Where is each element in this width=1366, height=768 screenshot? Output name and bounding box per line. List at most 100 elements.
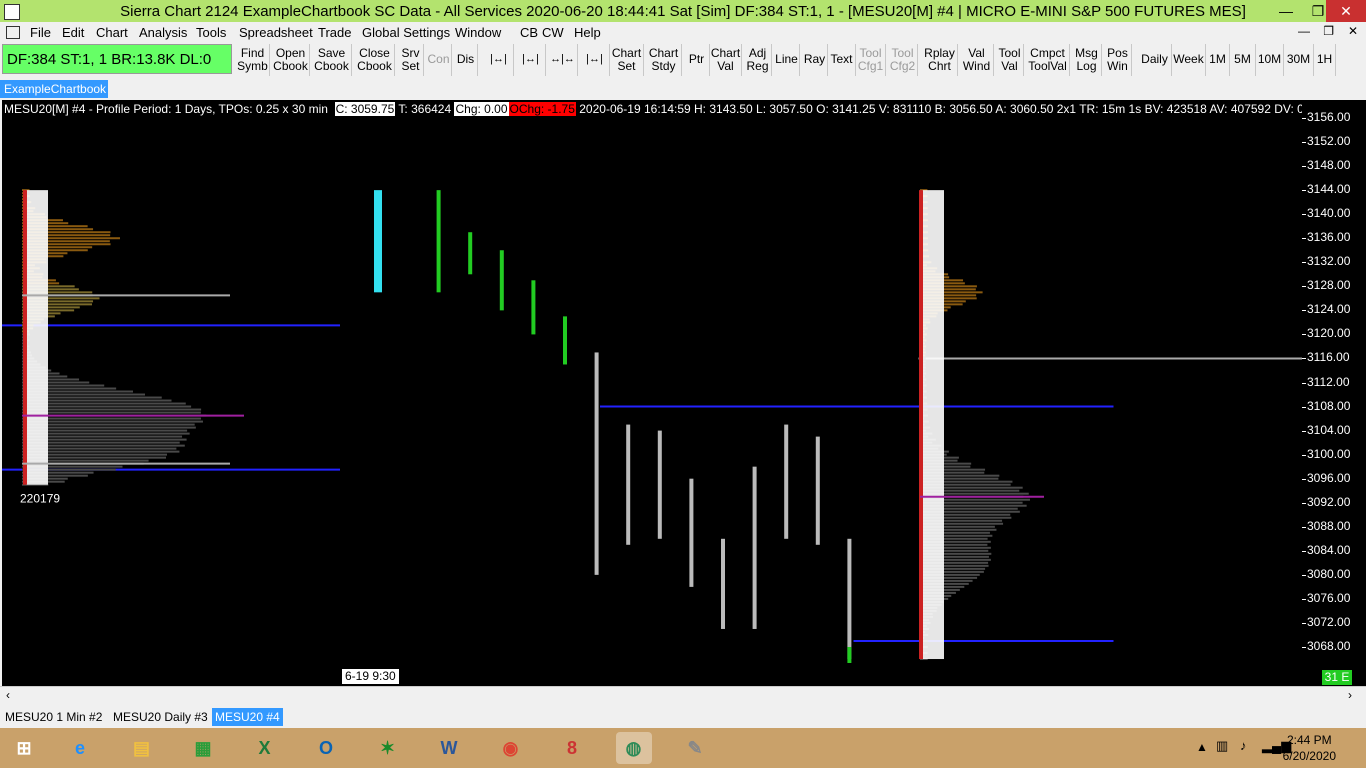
toolbar-button-daily[interactable]: Daily — [1138, 44, 1172, 76]
toolbar-button-1h[interactable]: 1H — [1314, 44, 1336, 76]
menu-global-settings[interactable]: Global Settings — [362, 25, 450, 40]
toolbar-button-text[interactable]: Text — [828, 44, 856, 76]
chart-tab-4[interactable]: MESU20 #4 — [212, 708, 283, 726]
sierra-chart-icon[interactable]: ✶ — [370, 732, 406, 764]
scroll-left-icon[interactable]: ‹ — [6, 688, 10, 702]
horizontal-scrollbar[interactable]: ‹ › — [0, 686, 1366, 705]
mdi-minimize-button[interactable]: — — [1298, 24, 1310, 38]
toolbar-button-pos-win[interactable]: Pos Win — [1104, 44, 1132, 76]
price-tick-mark — [1302, 647, 1306, 648]
outlook-icon[interactable]: O — [308, 732, 344, 764]
toolbar-button-tool-cfg1[interactable]: Tool Cfg1 — [856, 44, 886, 76]
network-icon[interactable]: ▥ — [1216, 738, 1228, 754]
price-tick: 3100.00 — [1307, 446, 1351, 461]
menu-bar: — ❐ ✕ File Edit Chart Analysis Tools Spreadsh… — [0, 22, 1366, 42]
price-tick-mark — [1302, 334, 1306, 336]
sys-menu-icon[interactable] — [6, 26, 20, 39]
menu-cb[interactable]: CB — [520, 25, 538, 40]
toolbar-button-chart-set[interactable]: Chart Set — [610, 44, 644, 76]
signal-icon[interactable]: ▂▄▆ — [1262, 738, 1291, 754]
toolbar-button-10m[interactable]: 10M — [1256, 44, 1284, 76]
scroll-right-icon[interactable]: › — [1348, 688, 1352, 702]
toolbar-button-tool-cfg2[interactable]: Tool Cfg2 — [888, 44, 918, 76]
toolbar-button-chart-val[interactable]: Chart Val — [710, 44, 742, 76]
globe-icon[interactable]: ◍ — [615, 732, 652, 764]
toolbar-button-con[interactable]: Con — [426, 44, 452, 76]
menu-help[interactable]: Help — [574, 25, 601, 40]
toolbar-button-close-cbook[interactable]: Close Cbook — [355, 44, 395, 76]
toolbar-button-1m[interactable]: 1M — [1206, 44, 1230, 76]
toolbar-button-val-wind[interactable]: Val Wind — [960, 44, 994, 76]
toolbar-button-msg-log[interactable]: Msg Log — [1072, 44, 1102, 76]
measure-tool-icon-2[interactable]: |↔| — [516, 44, 546, 76]
measure-tool-icon-4[interactable]: |↔| — [580, 44, 610, 76]
paint-icon[interactable]: ✎ — [677, 732, 713, 764]
toolbar-button-srv-set[interactable]: Srv Set — [398, 44, 424, 76]
menu-window[interactable]: Window — [455, 25, 501, 40]
price-tick-mark — [1302, 574, 1306, 576]
price-tick-mark — [1302, 190, 1306, 192]
measure-tool-icon-3[interactable]: ↔|↔ — [548, 44, 578, 76]
toolbar-button-rplay-chrt[interactable]: Rplay Chrt — [922, 44, 958, 76]
price-tick-mark — [1302, 262, 1306, 264]
toolbar-button-week[interactable]: Week — [1172, 44, 1206, 76]
chart-canvas[interactable]: 220179 — [2, 100, 1302, 666]
volume-icon[interactable]: ♪ — [1240, 738, 1247, 753]
price-tick: 3156.00 — [1307, 110, 1351, 124]
mdi-close-button[interactable]: ✕ — [1348, 24, 1358, 38]
toolbar-button-tool-val[interactable]: Tool Val — [996, 44, 1024, 76]
measure-tool-icon-1[interactable]: |↔| — [484, 44, 514, 76]
menu-cw[interactable]: CW — [542, 25, 564, 40]
price-tick: 3116.00 — [1307, 350, 1350, 365]
mdi-restore-button[interactable]: ❐ — [1323, 24, 1334, 38]
internet-explorer-icon[interactable]: e — [62, 732, 98, 764]
price-tick-mark — [1302, 142, 1306, 144]
toolbar-button-find-symb[interactable]: Find Symb — [236, 44, 270, 76]
file-explorer-icon[interactable]: ▤ — [124, 732, 160, 764]
app8-icon[interactable]: 8 — [554, 732, 590, 764]
price-tick: 3128.00 — [1307, 278, 1351, 293]
menu-tools[interactable]: Tools — [196, 25, 226, 40]
toolbar-button-ray[interactable]: Ray — [802, 44, 828, 76]
chart-header: MESU20[M] #4 - Profile Period: 1 Days, T… — [4, 101, 1366, 117]
price-tick-mark — [1302, 550, 1306, 552]
left-profile-row — [22, 420, 203, 423]
toolbar-button-line[interactable]: Line — [774, 44, 800, 76]
chrome-icon[interactable]: ◉ — [493, 732, 529, 764]
menu-spreadsheet[interactable]: Spreadsheet — [239, 25, 313, 40]
toolbar-button-open-cbook[interactable]: Open Cbook — [272, 44, 310, 76]
chart-area[interactable]: 220179 — [2, 100, 1302, 666]
toolbar-button-30m[interactable]: 30M — [1284, 44, 1314, 76]
close-button[interactable]: ✕ — [1326, 0, 1366, 22]
menu-file[interactable]: File — [30, 25, 51, 40]
windows-start-icon[interactable]: ⊞ — [6, 732, 42, 764]
toolbar-button-ptr[interactable]: Ptr — [684, 44, 710, 76]
toolbar-button-save-cbook[interactable]: Save Cbook — [312, 44, 352, 76]
chart-tab-3[interactable]: MESU20 Daily #3 — [110, 708, 211, 726]
menu-analysis[interactable]: Analysis — [139, 25, 187, 40]
left-profile-row — [22, 426, 196, 429]
word-icon[interactable]: W — [431, 732, 467, 764]
menu-trade[interactable]: Trade — [318, 25, 351, 40]
window-title: Sierra Chart 2124 ExampleChartbook SC Da… — [120, 3, 1246, 20]
excel-icon[interactable]: X — [247, 732, 283, 764]
chart-tab-2[interactable]: MESU20 1 Min #2 — [2, 708, 105, 726]
store-icon[interactable]: ▦ — [185, 732, 221, 764]
minimize-button[interactable]: — — [1270, 0, 1302, 22]
toolbar-button-chart-stdy[interactable]: Chart Stdy — [646, 44, 682, 76]
toolbar-button-dis[interactable]: Dis — [454, 44, 478, 76]
price-axis[interactable]: 3156.00 3152.00 3148.00 3144.00 3140.00 3136.… — [1302, 100, 1366, 686]
price-tick-mark — [1302, 238, 1306, 240]
toolbar-button-adj-reg[interactable]: Adj Reg — [744, 44, 772, 76]
menu-edit[interactable]: Edit — [62, 25, 84, 40]
tray-arrow-icon[interactable]: ▲ — [1196, 740, 1208, 754]
time-axis[interactable] — [2, 666, 1302, 686]
menu-chart[interactable]: Chart — [96, 25, 128, 40]
toolbar-button-5m[interactable]: 5M — [1230, 44, 1256, 76]
toolbar-button-cmpct-toolval[interactable]: Cmpct ToolVal — [1026, 44, 1070, 76]
status-box: DF:384 ST:1, 1 BR:13.8K DL:0 — [2, 44, 232, 74]
price-tick: 3076.00 — [1307, 590, 1351, 605]
price-tick: 3132.00 — [1307, 254, 1351, 269]
chartbook-tab[interactable]: ExampleChartbook — [0, 80, 108, 98]
header-chg: Chg: 0.00 — [454, 102, 509, 116]
